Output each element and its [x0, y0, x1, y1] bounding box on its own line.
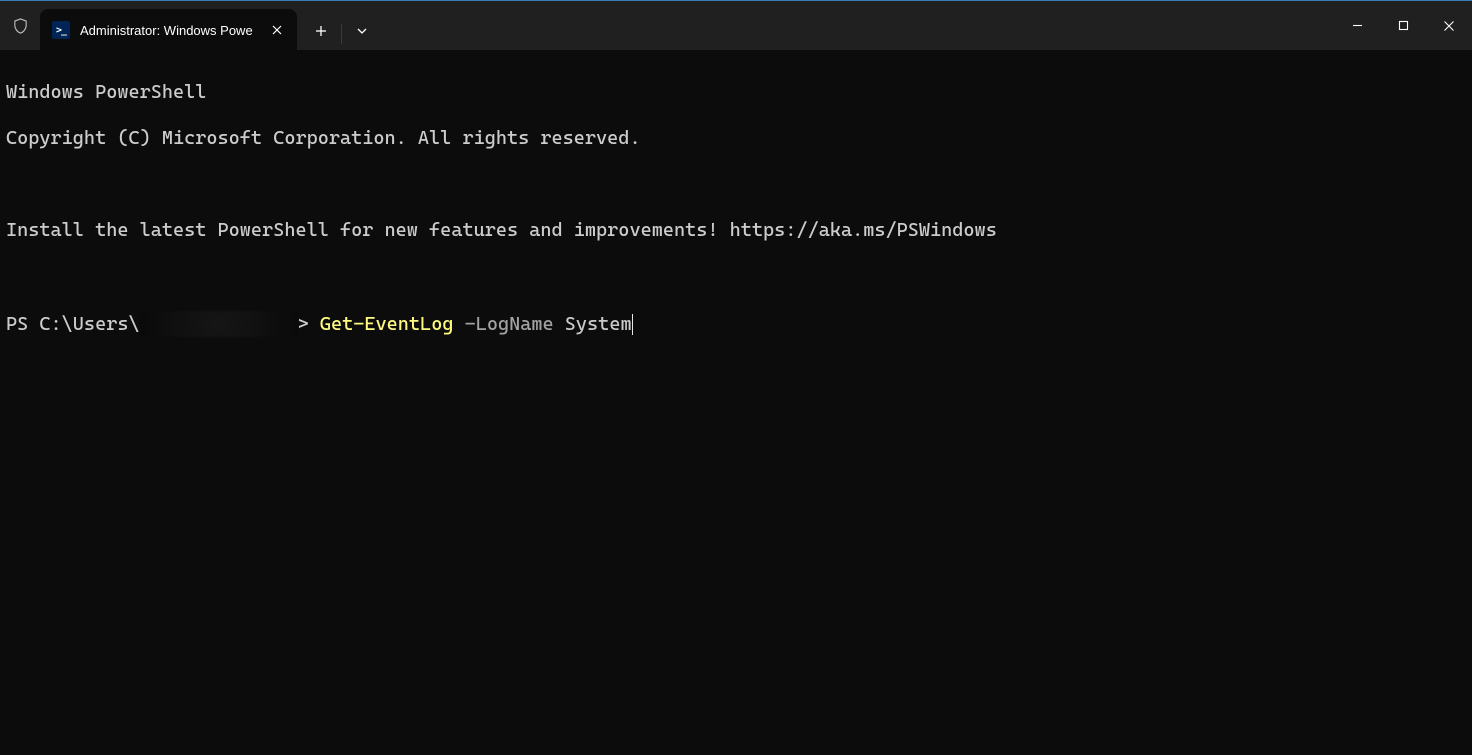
blank-line — [6, 173, 1466, 196]
prompt-line: PS C:\Users\ > Get-EventLog -LogName Syst… — [6, 311, 1466, 337]
text-cursor — [632, 314, 633, 335]
maximize-icon — [1398, 20, 1409, 31]
admin-shield-icon — [0, 1, 40, 50]
terminal-output[interactable]: Windows PowerShell Copyright (C) Microso… — [0, 50, 1472, 368]
powershell-icon: >_ — [52, 21, 70, 39]
close-icon — [272, 25, 282, 35]
titlebar: >_ Administrator: Windows Powe — [0, 0, 1472, 50]
plus-icon — [315, 25, 327, 37]
close-icon — [1443, 20, 1455, 32]
minimize-button[interactable] — [1334, 1, 1380, 50]
output-line: Install the latest PowerShell for new fe… — [6, 219, 1466, 242]
tab-action-divider — [341, 24, 342, 44]
tab-powershell[interactable]: >_ Administrator: Windows Powe — [40, 9, 297, 51]
command-arg: System — [565, 313, 632, 336]
titlebar-drag-area[interactable] — [380, 1, 1334, 50]
command-param: -LogName — [453, 313, 564, 336]
tab-actions — [297, 1, 380, 50]
maximize-button[interactable] — [1380, 1, 1426, 50]
output-line: Windows PowerShell — [6, 81, 1466, 104]
command-cmdlet: Get-EventLog — [320, 313, 454, 336]
chevron-down-icon — [356, 25, 368, 37]
minimize-icon — [1352, 20, 1363, 31]
window-close-button[interactable] — [1426, 1, 1472, 50]
prompt-suffix: > — [298, 313, 320, 336]
new-tab-button[interactable] — [303, 15, 339, 47]
tab-dropdown-button[interactable] — [344, 15, 380, 47]
prompt-prefix: PS C:\Users\ — [6, 313, 140, 336]
output-line: Copyright (C) Microsoft Corporation. All… — [6, 127, 1466, 150]
window-controls — [1334, 1, 1472, 50]
tab-close-button[interactable] — [267, 20, 287, 40]
redacted-username — [140, 311, 298, 337]
blank-line — [6, 265, 1466, 288]
tab-title: Administrator: Windows Powe — [80, 23, 253, 38]
